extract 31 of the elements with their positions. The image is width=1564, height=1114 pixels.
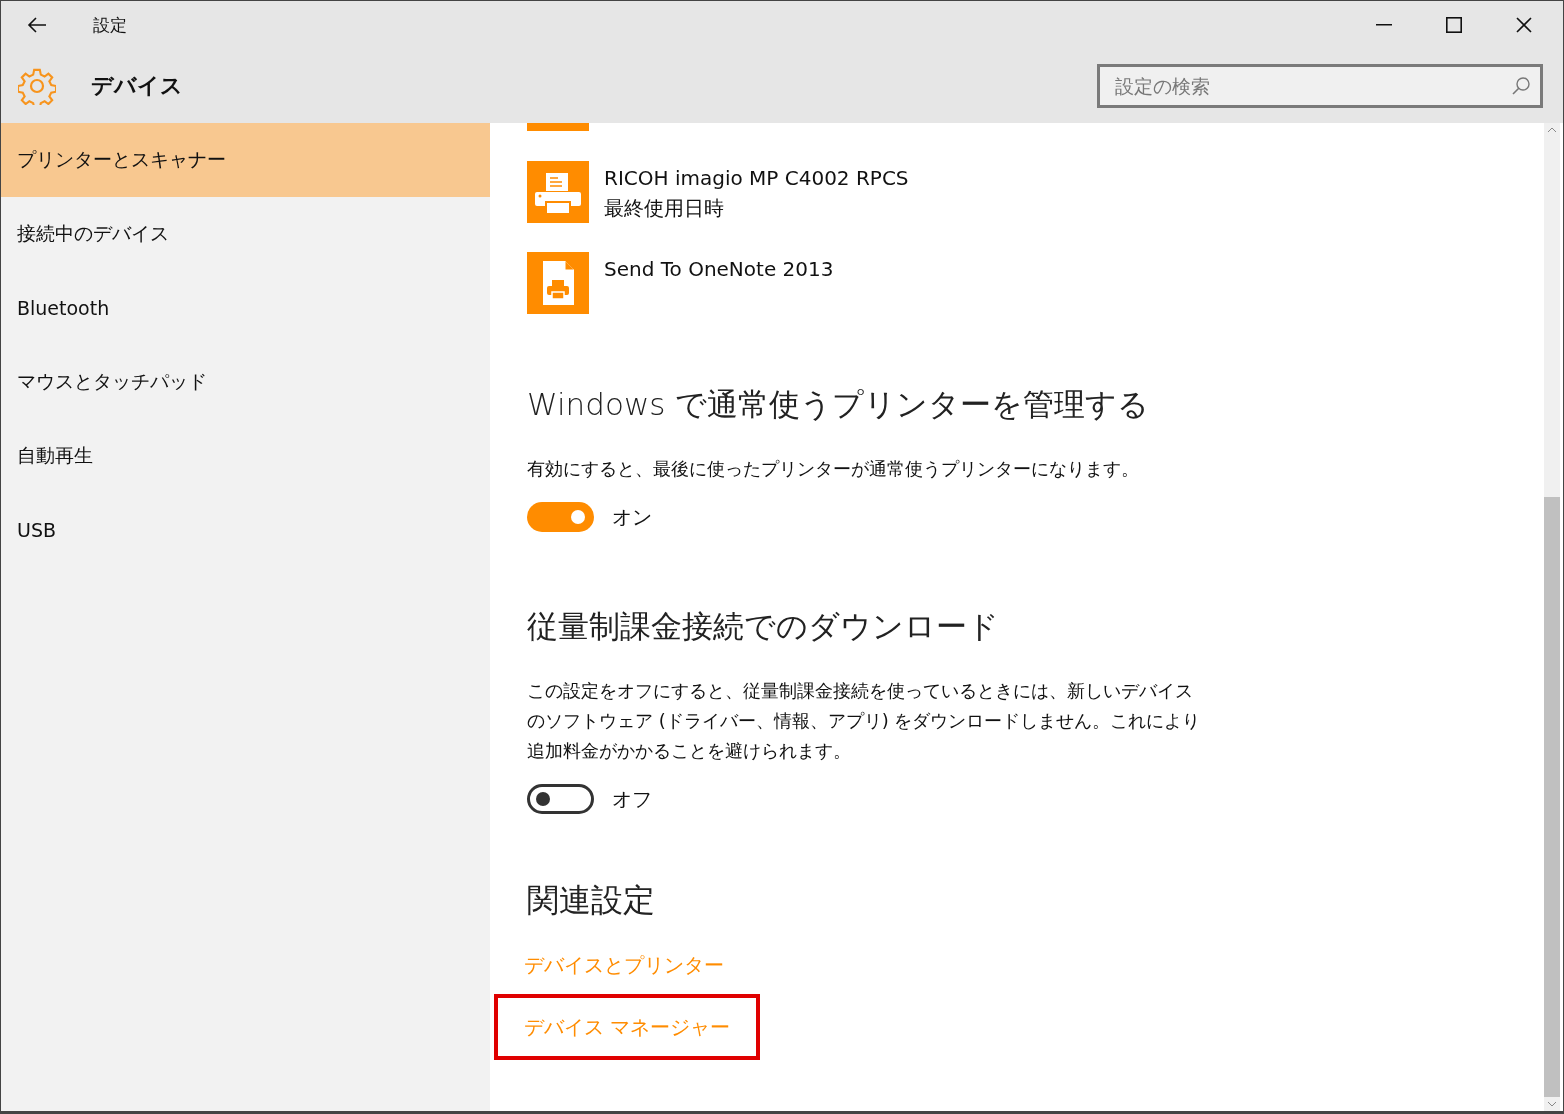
page-title: デバイス (91, 72, 184, 100)
sidebar-item[interactable]: マウスとタッチパッド (1, 345, 490, 419)
sidebar-item[interactable]: USB (1, 493, 490, 567)
printer-name: RICOH imagio MP C4002 RPCS (604, 165, 909, 192)
minimize-icon (1376, 24, 1392, 26)
toggle-state-label: オフ (612, 785, 652, 813)
printer-name: Send To OneNote 2013 (604, 256, 834, 283)
scroll-down-icon (1547, 1101, 1557, 1107)
search-icon (1511, 76, 1531, 96)
close-icon (1516, 17, 1532, 33)
sidebar-item[interactable]: プリンターとスキャナー (1, 123, 490, 197)
toggle-switch[interactable] (527, 502, 594, 532)
section-heading: Windows で通常使うプリンターを管理する (527, 385, 1151, 424)
back-arrow-icon (27, 17, 47, 33)
section-description: この設定をオフにすると、従量制課金接続を使っているときには、新しいデバイスのソフトウェア (ドライバー、情報、アプリ) をダウンロードしません。これにより追加料金がかかることを避けられます。 (527, 679, 1202, 763)
section-heading: 従量制課金接続でのダウンロード (527, 607, 1000, 646)
document-printer-icon (527, 252, 589, 314)
sidebar-item[interactable]: 自動再生 (1, 419, 490, 493)
sidebar-item[interactable]: Bluetooth (1, 271, 490, 345)
search-field[interactable]: 設定の検索 (1097, 64, 1543, 108)
scrollbar[interactable] (1544, 123, 1560, 1111)
printer-detail: 最終使用日時 (604, 195, 725, 222)
sidebar-item[interactable]: 接続中のデバイス (1, 197, 490, 271)
scroll-up-icon (1547, 127, 1557, 133)
maximize-icon (1446, 17, 1462, 33)
toggle-state-label: オン (612, 503, 652, 531)
window-title: 設定 (93, 13, 128, 37)
section-description: 有効にすると、最後に使ったプリンターが通常使うプリンターになります。 (527, 457, 1140, 481)
toggle-switch[interactable] (527, 784, 594, 814)
settings-icon (18, 67, 56, 105)
section-heading: 関連設定 (527, 880, 656, 921)
